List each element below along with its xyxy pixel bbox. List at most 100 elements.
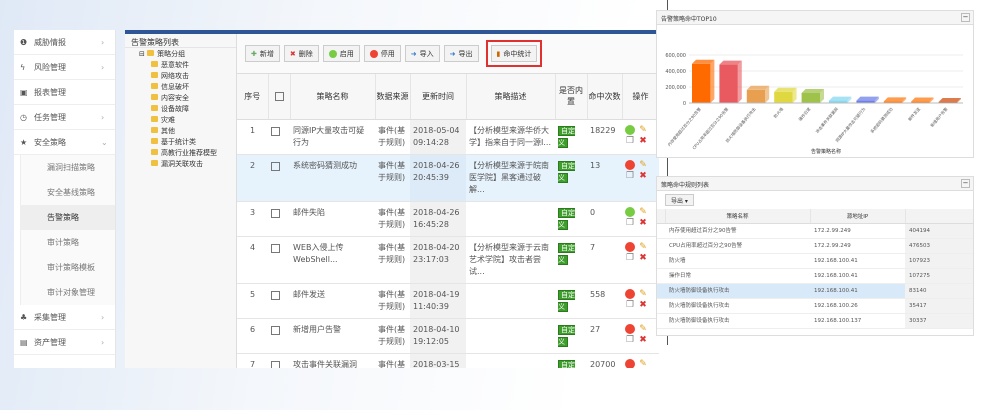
hit-stats-button[interactable]: ▮ 命中统计 [485,40,543,67]
sidebar-item[interactable]: ϟ 风险管理 › [14,55,115,80]
policy-name[interactable]: 邮件发送 [290,283,375,319]
table-row[interactable]: 4 WEB入侵上传WebShell... 事件(基于规则) 2018-04-20 23… [237,236,659,284]
sidebar-item[interactable]: ❶ 威胁情报 › [14,30,115,55]
status-toggle-icon[interactable] [625,124,635,135]
sidebar-subitem[interactable]: 漏洞扫描策略 [20,155,115,180]
column-header[interactable]: 是否内置 [555,74,588,120]
bar[interactable] [746,89,766,103]
import-button[interactable]: ➜ 导入 [404,45,440,62]
policy-name[interactable]: 系统密码猜测成功 [290,154,375,202]
copy-icon[interactable]: ❐ [625,171,635,181]
collapse-button[interactable]: − [961,179,970,188]
row-checkbox[interactable] [271,290,280,300]
column-header[interactable]: 命中次数 [587,74,623,120]
tree-node[interactable]: 恶意软件 [125,59,236,70]
table-row[interactable]: CPU占用率超过百分之90告警 172.2.99.249 476503 [657,238,973,254]
tree-node[interactable]: 其他 [125,125,236,136]
column-header[interactable] [268,74,291,120]
delete-icon[interactable]: ✖ [638,253,648,263]
policy-name[interactable]: 邮件失陷 [290,201,375,237]
sidebar-item[interactable]: ♣ 采集管理 › [14,305,115,330]
sidebar-subitem[interactable]: 安全基线策略 [20,180,115,205]
row-checkbox[interactable] [271,360,280,368]
bar[interactable] [692,63,711,103]
table-row[interactable]: 防火墙 192.168.100.41 107923 [657,253,973,269]
sidebar-subitem[interactable]: 审计策略 [20,230,115,255]
policy-name[interactable]: WEB入侵上传WebShell... [290,236,375,284]
tree-root[interactable]: ⊟ 策略分组 [125,48,236,59]
status-toggle-icon[interactable] [625,288,635,299]
copy-icon[interactable]: ❐ [625,136,635,146]
edit-pencil-icon[interactable]: ✎ [638,242,648,252]
column-header[interactable]: 策略描述 [466,74,556,120]
delete-icon[interactable]: ✖ [638,218,648,228]
table-row[interactable]: 1 同源IP大量攻击可疑行为 事件(基于规则) 2018-05-04 09:14:28… [237,119,659,155]
sidebar-subitem[interactable]: 审计策略模板 [20,255,115,280]
edit-pencil-icon[interactable]: ✎ [638,207,648,217]
status-toggle-icon[interactable] [625,323,635,334]
bar[interactable] [719,64,738,103]
edit-pencil-icon[interactable]: ✎ [638,160,648,170]
tree-node[interactable]: 内容安全 [125,92,236,103]
policy-name[interactable]: 新增用户告警 [290,318,375,354]
sidebar-item[interactable]: ★ 安全策略 ⌄ [14,130,115,155]
table-row[interactable]: 2 系统密码猜测成功 事件(基于规则) 2018-04-26 20:45:39 【分析模… [237,154,659,202]
table-row[interactable]: 7 攻击事件关联漏洞事件(基于规则)2018-03-15 08:46:30 自定义 2… [237,353,659,368]
enable-button[interactable]: 启用 [322,45,360,62]
bar[interactable] [774,91,793,103]
column-header[interactable]: 操作 [622,74,659,120]
table-row[interactable]: 6 新增用户告警 事件(基于规则) 2018-04-10 19:12:05 自定义 27 ✎… [237,318,659,354]
table-row[interactable]: 防火墙防御设备执行攻击 192.168.100.41 83140 [657,283,973,299]
edit-pencil-icon[interactable]: ✎ [638,125,648,135]
column-header[interactable]: 更新时间 [410,74,467,120]
tree-node[interactable]: 基于统计类 [125,136,236,147]
column-header[interactable]: 序号 [237,74,269,120]
copy-icon[interactable]: ❐ [625,218,635,228]
table-row[interactable]: 防火墙防御设备执行攻击 192.168.100.26 35417 [657,298,973,314]
tree-node[interactable]: 高教行业推荐模型 [125,147,236,158]
delete-button[interactable]: ✖ 删除 [283,45,319,62]
delete-icon[interactable]: ✖ [638,136,648,146]
edit-pencil-icon[interactable]: ✎ [638,289,648,299]
sidebar-item[interactable]: ◷ 任务管理 › [14,105,115,130]
copy-icon[interactable]: ❐ [625,300,635,310]
disable-button[interactable]: 停用 [363,45,401,62]
status-toggle-icon[interactable] [625,159,635,170]
collapse-button[interactable]: − [961,13,970,22]
table-row[interactable]: 防火墙防御设备执行攻击 192.168.100.137 30337 [657,313,973,329]
status-toggle-icon[interactable] [625,206,635,217]
row-checkbox[interactable] [271,325,280,335]
tree-node[interactable]: 漏洞关联攻击 [125,158,236,169]
copy-icon[interactable]: ❐ [625,253,635,263]
tree-node[interactable]: 设备故障 [125,103,236,114]
column-header[interactable]: 命中次数 [905,209,973,224]
policy-name[interactable]: 同源IP大量攻击可疑行为 [290,119,375,155]
policy-name[interactable]: 攻击事件关联漏洞 [290,353,375,368]
tree-node[interactable]: 灾难 [125,114,236,125]
column-header[interactable]: 数据来源 [375,74,411,120]
row-checkbox[interactable] [271,243,280,253]
sidebar-item[interactable]: ▣ 报表管理 [14,80,115,105]
column-header[interactable]: 策略名称 [290,74,376,120]
delete-icon[interactable]: ✖ [638,300,648,310]
table-row[interactable]: 操作日常 192.168.100.41 107275 [657,268,973,284]
tree-node[interactable]: 网络攻击 [125,70,236,81]
select-all-checkbox[interactable] [274,91,284,101]
status-toggle-icon[interactable] [625,358,635,368]
sidebar-subitem[interactable]: 审计对象管理 [20,280,115,305]
export-button[interactable]: ➜ 导出 [443,45,479,62]
row-checkbox[interactable] [271,126,280,136]
edit-pencil-icon[interactable]: ✎ [638,359,648,369]
table-row[interactable]: 5 邮件发送 事件(基于规则) 2018-04-19 11:40:39 自定义 558 ✎ ❐… [237,283,659,319]
delete-icon[interactable]: ✖ [638,171,648,181]
row-checkbox[interactable] [271,208,280,218]
column-header[interactable]: 策略名称 [665,209,811,224]
table-row[interactable]: 内存使用超过百分之90告警 172.2.99.249 404194 [657,223,973,239]
copy-icon[interactable]: ❐ [625,335,635,345]
edit-pencil-icon[interactable]: ✎ [638,324,648,334]
bar[interactable] [801,93,820,103]
sidebar-subitem[interactable]: 告警策略 [20,205,115,230]
row-checkbox[interactable] [271,161,280,171]
column-header[interactable]: 源地址IP [810,209,906,224]
add-button[interactable]: ✚ 新增 [245,45,280,62]
